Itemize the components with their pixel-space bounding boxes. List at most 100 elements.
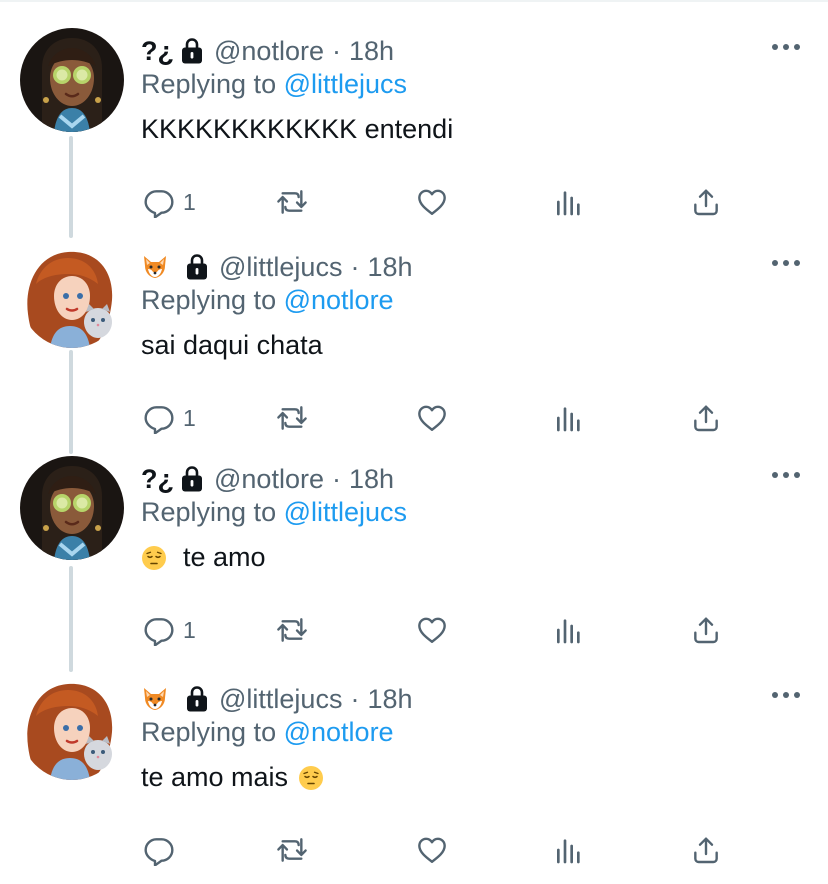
separator-dot: · xyxy=(350,251,360,282)
share-button[interactable] xyxy=(690,402,722,434)
more-icon[interactable] xyxy=(772,692,800,700)
reply-count: 1 xyxy=(183,188,196,215)
replying-to: Replying to @notlore xyxy=(141,717,394,748)
timestamp[interactable]: 18h xyxy=(349,36,394,67)
like-button[interactable] xyxy=(416,834,448,866)
replying-to-link[interactable]: @notlore xyxy=(284,717,394,747)
like-button[interactable] xyxy=(416,186,448,218)
reply-icon xyxy=(143,834,175,866)
user-handle[interactable]: @littlejucs xyxy=(219,684,342,715)
tweet-text-content: sai daqui chata xyxy=(141,330,323,360)
display-name[interactable] xyxy=(141,685,179,713)
user-handle[interactable]: @littlejucs xyxy=(219,252,342,283)
tweet-text: te amo mais xyxy=(141,762,324,793)
replying-to-link[interactable]: @littlejucs xyxy=(284,497,407,527)
fox-emoji-icon xyxy=(141,685,169,713)
replying-to-link[interactable]: @notlore xyxy=(284,285,394,315)
separator-dot: · xyxy=(350,683,360,714)
separator-dot: · xyxy=(331,35,341,66)
timestamp[interactable]: 18h xyxy=(349,464,394,495)
tweet[interactable]: ?¿ @notlore · 18h Replying to @littlejuc… xyxy=(0,456,828,656)
retweet-button[interactable] xyxy=(276,186,308,218)
analytics-button[interactable] xyxy=(553,186,585,218)
tweet[interactable]: @littlejucs · 18h Replying to @notlore t… xyxy=(0,676,828,876)
retweet-button[interactable] xyxy=(276,402,308,434)
analytics-button[interactable] xyxy=(553,614,585,646)
retweet-icon xyxy=(276,614,308,646)
display-name-text: ?¿ xyxy=(141,463,174,494)
analytics-icon xyxy=(553,614,585,646)
analytics-icon xyxy=(553,834,585,866)
retweet-button[interactable] xyxy=(276,614,308,646)
analytics-button[interactable] xyxy=(553,834,585,866)
analytics-icon xyxy=(553,186,585,218)
top-divider xyxy=(0,0,828,2)
tweet-text: te amo xyxy=(141,542,266,573)
avatar[interactable] xyxy=(20,28,124,132)
retweet-button[interactable] xyxy=(276,834,308,866)
tweet-header: @littlejucs · 18h xyxy=(141,250,413,284)
reply-button[interactable]: 1 xyxy=(143,186,196,218)
analytics-icon xyxy=(553,402,585,434)
tweet[interactable]: ?¿ @notlore · 18h Replying to @littlejuc… xyxy=(0,28,828,228)
heart-icon xyxy=(416,614,448,646)
timestamp[interactable]: 18h xyxy=(367,252,412,283)
display-name-text: ?¿ xyxy=(141,35,174,66)
reply-icon xyxy=(143,614,175,646)
share-button[interactable] xyxy=(690,186,722,218)
user-handle[interactable]: @notlore xyxy=(214,464,324,495)
tweet-text-content: te amo xyxy=(183,542,266,572)
avatar[interactable] xyxy=(20,676,124,780)
tweet-text-content: te amo mais xyxy=(141,762,289,792)
like-button[interactable] xyxy=(416,614,448,646)
share-button[interactable] xyxy=(690,834,722,866)
tweet-header: ?¿ @notlore · 18h xyxy=(141,462,394,496)
user-handle[interactable]: @notlore xyxy=(214,36,324,67)
heart-icon xyxy=(416,402,448,434)
more-icon[interactable] xyxy=(772,260,800,268)
replying-prefix: Replying to xyxy=(141,285,277,315)
separator-dot: · xyxy=(331,463,341,494)
tweet-actions: 1 xyxy=(0,186,828,226)
display-name[interactable]: ?¿ xyxy=(141,36,174,67)
analytics-button[interactable] xyxy=(553,402,585,434)
timestamp[interactable]: 18h xyxy=(367,684,412,715)
share-icon xyxy=(690,402,722,434)
lock-icon xyxy=(180,465,204,493)
avatar[interactable] xyxy=(20,244,124,348)
display-name[interactable]: ?¿ xyxy=(141,464,174,495)
tweet-text-content: KKKKKKKKKKKK entendi xyxy=(141,114,454,144)
reply-icon xyxy=(143,402,175,434)
retweet-icon xyxy=(276,186,308,218)
tweet-text: KKKKKKKKKKKK entendi xyxy=(141,114,453,145)
reply-button[interactable]: 1 xyxy=(143,614,196,646)
tweet-actions: 1 xyxy=(0,402,828,442)
replying-to: Replying to @littlejucs xyxy=(141,497,407,528)
share-icon xyxy=(690,186,722,218)
reply-button[interactable]: 1 xyxy=(143,402,196,434)
replying-to: Replying to @littlejucs xyxy=(141,69,407,100)
replying-to-link[interactable]: @littlejucs xyxy=(284,69,407,99)
retweet-icon xyxy=(276,402,308,434)
reply-count: 1 xyxy=(183,616,196,643)
heart-icon xyxy=(416,834,448,866)
reply-icon xyxy=(143,186,175,218)
reply-button[interactable] xyxy=(143,834,183,866)
pensive-face-icon xyxy=(141,545,167,571)
replying-prefix: Replying to xyxy=(141,69,277,99)
like-button[interactable] xyxy=(416,402,448,434)
tweet-header: @littlejucs · 18h xyxy=(141,682,413,716)
tweet-header: ?¿ @notlore · 18h xyxy=(141,34,394,68)
more-icon[interactable] xyxy=(772,472,800,480)
more-icon[interactable] xyxy=(772,44,800,52)
tweet[interactable]: @littlejucs · 18h Replying to @notlore s… xyxy=(0,244,828,444)
avatar[interactable] xyxy=(20,456,124,560)
share-button[interactable] xyxy=(690,614,722,646)
lock-icon xyxy=(180,37,204,65)
fox-emoji-icon xyxy=(141,253,169,281)
tweet-actions xyxy=(0,834,828,874)
tweet-text: sai daqui chata xyxy=(141,330,323,361)
replying-prefix: Replying to xyxy=(141,497,277,527)
display-name[interactable] xyxy=(141,253,179,281)
retweet-icon xyxy=(276,834,308,866)
